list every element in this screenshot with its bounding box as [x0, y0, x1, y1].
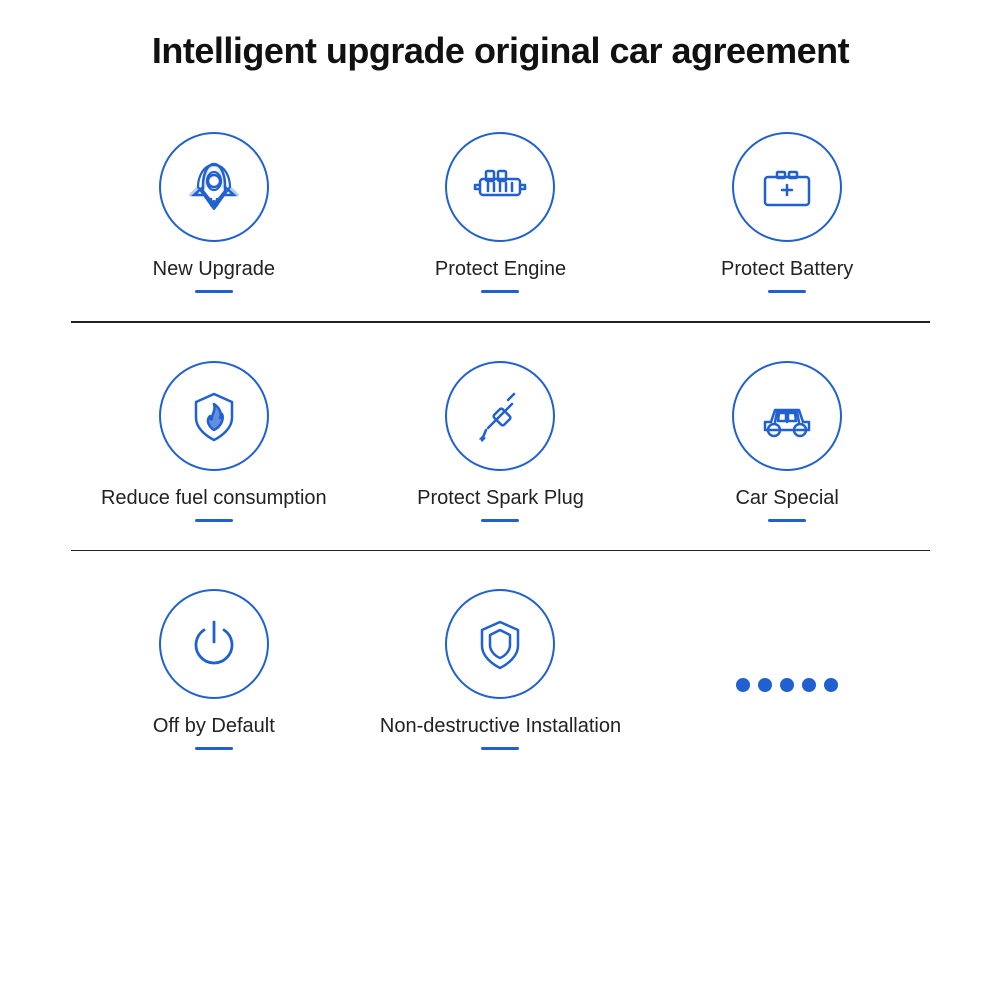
feature-protect-engine: Protect Engine: [357, 112, 644, 303]
underline-protect-spark: [481, 519, 519, 522]
icon-circle-car: [732, 361, 842, 471]
underline-off-default: [195, 747, 233, 750]
icon-circle-power: [159, 589, 269, 699]
label-protect-spark: Protect Spark Plug: [417, 485, 584, 511]
shield-outline-icon: [470, 614, 530, 674]
label-protect-battery: Protect Battery: [721, 256, 853, 282]
dot-4: [802, 678, 816, 692]
underline-reduce-fuel: [195, 519, 233, 522]
label-reduce-fuel: Reduce fuel consumption: [101, 485, 327, 511]
page-title: Intelligent upgrade original car agreeme…: [152, 30, 849, 72]
label-car-special: Car Special: [735, 485, 838, 511]
feature-protect-battery: Protect Battery: [644, 112, 931, 303]
feature-new-upgrade: New Upgrade: [71, 112, 358, 303]
dot-1: [736, 678, 750, 692]
dot-2: [758, 678, 772, 692]
label-protect-engine: Protect Engine: [435, 256, 566, 282]
car-icon: [757, 386, 817, 446]
divider-1: [71, 321, 931, 323]
feature-reduce-fuel: Reduce fuel consumption: [71, 341, 358, 532]
icon-circle-engine: [445, 132, 555, 242]
label-non-destructive: Non-destructive Installation: [380, 713, 621, 739]
underline-protect-battery: [768, 290, 806, 293]
icon-circle-rocket: [159, 132, 269, 242]
underline-new-upgrade: [195, 290, 233, 293]
features-grid: New Upgrade: [71, 112, 931, 760]
feature-dots: [644, 569, 931, 760]
shield-flame-icon: [184, 386, 244, 446]
dots-container: [736, 668, 838, 692]
divider-2: [71, 550, 931, 552]
underline-non-destructive: [481, 747, 519, 750]
engine-icon: [470, 157, 530, 217]
icon-circle-shield-flame: [159, 361, 269, 471]
dot-3: [780, 678, 794, 692]
underline-car-special: [768, 519, 806, 522]
icon-circle-shield-outline: [445, 589, 555, 699]
spark-plug-icon: [470, 386, 530, 446]
feature-off-default: Off by Default: [71, 569, 358, 760]
power-icon: [184, 614, 244, 674]
icon-circle-battery: [732, 132, 842, 242]
underline-protect-engine: [481, 290, 519, 293]
icon-circle-spark-plug: [445, 361, 555, 471]
feature-non-destructive: Non-destructive Installation: [357, 569, 644, 760]
page: Intelligent upgrade original car agreeme…: [0, 0, 1001, 1001]
dot-5: [824, 678, 838, 692]
label-new-upgrade: New Upgrade: [153, 256, 275, 282]
label-off-default: Off by Default: [153, 713, 275, 739]
feature-car-special: Car Special: [644, 341, 931, 532]
rocket-icon: [184, 157, 244, 217]
feature-protect-spark: Protect Spark Plug: [357, 341, 644, 532]
battery-icon: [757, 157, 817, 217]
